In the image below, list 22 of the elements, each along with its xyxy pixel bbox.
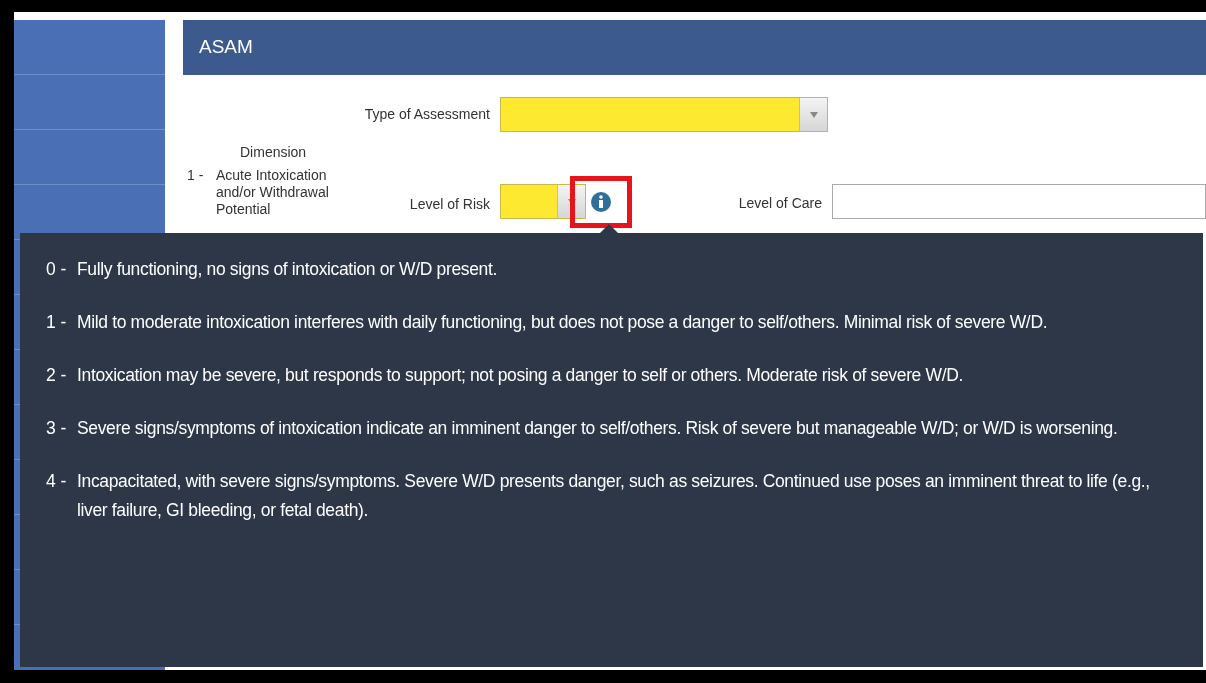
dimension-number: 1 - <box>186 167 205 184</box>
field-label: Level of Care <box>737 194 823 213</box>
level-number: 4 - <box>46 470 68 493</box>
level-description: Intoxication may be severe, but responds to support; not posing a danger to self or others. Moderate risk of severe W/D. <box>77 364 963 387</box>
level-description: Fully functioning, no signs of intoxication or W/D present. <box>77 258 497 281</box>
level-description: Severe signs/symptoms of intoxication indicate an imminent danger to self/others. Risk of severe but manageable W/D; or W/D is worsening. <box>77 417 1118 440</box>
column-heading: Dimension <box>240 143 308 162</box>
level-number: 2 - <box>46 364 68 387</box>
level-number: 0 - <box>46 258 68 281</box>
level-number: 3 - <box>46 417 68 440</box>
level-description: Mild to moderate intoxication interferes with daily functioning, but does not pose a danger to self/others. Minimal risk of severe W/D. <box>77 311 1048 334</box>
caret-icon <box>809 111 818 118</box>
level-description: Incapacitated, with severe signs/symptoms. Severe W/D presents danger, such as seizures. Continued use poses an imminent threat to life (e.g., liver failure, GI bleeding, or fetal death). <box>77 470 1151 522</box>
dimension-name: Acute Intoxication and/or Withdrawal Potential <box>216 167 330 218</box>
field-label: Type of Assessment <box>363 105 491 124</box>
level-of-risk-select[interactable] <box>500 184 586 219</box>
info-icon <box>590 191 612 213</box>
section-title: ASAM <box>199 35 253 60</box>
level-of-care-field[interactable] <box>832 184 1206 219</box>
field-label: Level of Risk <box>408 195 491 214</box>
info-button[interactable] <box>570 176 632 228</box>
level-number: 1 - <box>46 311 68 334</box>
